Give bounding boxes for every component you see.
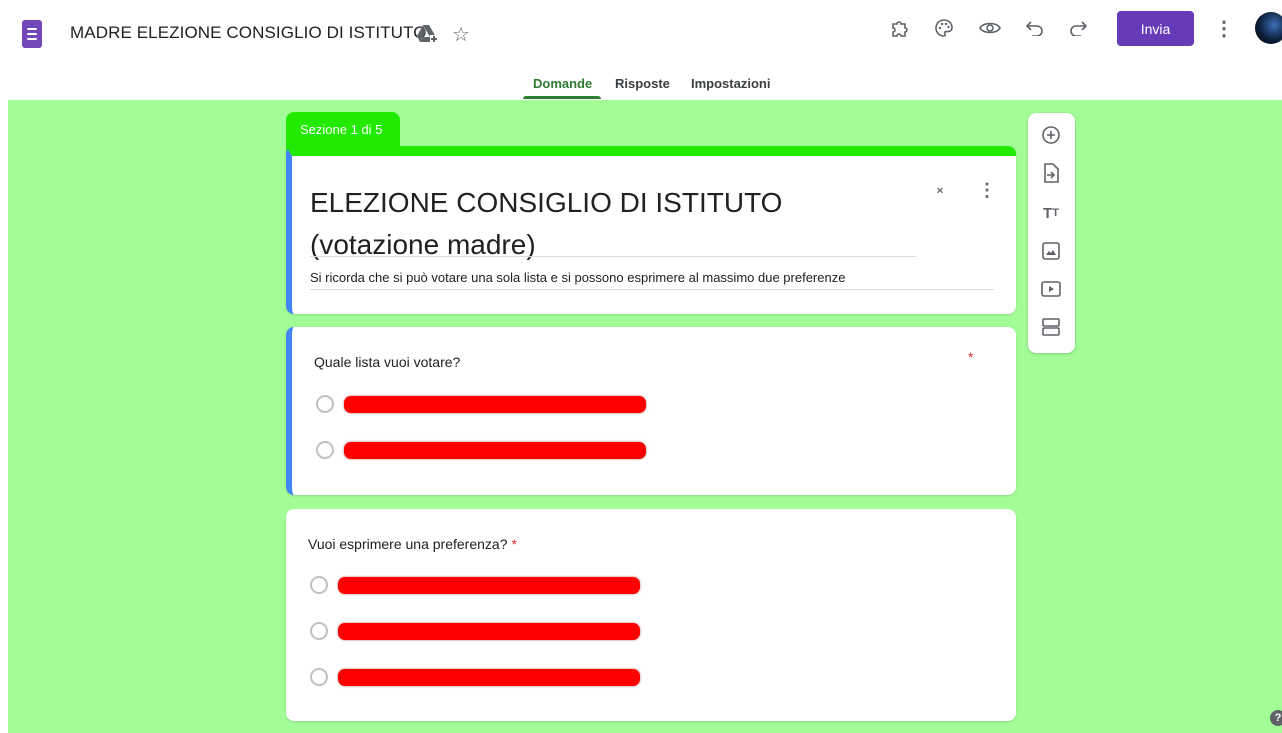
top-bar: MADRE ELEZIONE CONSIGLIO DI ISTITUTO ☆ I…: [0, 0, 1282, 66]
form-title[interactable]: ELEZIONE CONSIGLIO DI ISTITUTO (votazion…: [310, 182, 910, 266]
radio-option[interactable]: [310, 621, 650, 641]
title-divider: [310, 256, 916, 257]
radio-button[interactable]: [316, 395, 334, 413]
question-card[interactable]: Vuoi esprimere una preferenza? *: [286, 509, 1016, 721]
tab-risposte[interactable]: Risposte: [615, 76, 670, 91]
side-toolbar: TT: [1028, 113, 1075, 353]
move-to-drive-icon[interactable]: [416, 24, 438, 49]
radio-button[interactable]: [310, 576, 328, 594]
collapse-section-icon[interactable]: ⌄ ⌃: [932, 179, 948, 202]
redacted-option-label: [338, 669, 640, 686]
radio-button[interactable]: [316, 441, 334, 459]
question-text[interactable]: Vuoi esprimere una preferenza? *: [308, 536, 517, 552]
document-title[interactable]: MADRE ELEZIONE CONSIGLIO DI ISTITUTO: [70, 23, 427, 43]
required-asterisk: *: [968, 349, 974, 365]
description-divider: [310, 289, 994, 290]
radio-button[interactable]: [310, 668, 328, 686]
radio-option[interactable]: [310, 575, 650, 595]
question-text-label: Vuoi esprimere una preferenza?: [308, 536, 508, 552]
undo-icon[interactable]: [1023, 16, 1047, 40]
question-card[interactable]: Quale lista vuoi votare? *: [286, 327, 1016, 495]
radio-button[interactable]: [310, 622, 328, 640]
radio-option[interactable]: [316, 440, 656, 460]
tab-domande[interactable]: Domande: [533, 76, 592, 91]
redo-icon[interactable]: [1066, 16, 1090, 40]
add-title-icon[interactable]: TT: [1039, 201, 1063, 225]
preview-eye-icon[interactable]: [978, 16, 1002, 40]
add-video-icon[interactable]: [1039, 277, 1063, 301]
required-asterisk: *: [511, 536, 517, 552]
redacted-option-label: [338, 577, 640, 594]
form-tabs: Domande Risposte Impostazioni: [0, 66, 1282, 100]
help-icon[interactable]: ?: [1270, 710, 1282, 726]
form-title-card[interactable]: ELEZIONE CONSIGLIO DI ISTITUTO (votazion…: [286, 146, 1016, 314]
tab-impostazioni[interactable]: Impostazioni: [691, 76, 770, 91]
redacted-option-label: [344, 396, 646, 413]
star-icon[interactable]: ☆: [452, 22, 470, 47]
question-text[interactable]: Quale lista vuoi votare?: [314, 354, 460, 370]
active-tab-indicator: [523, 96, 601, 99]
addon-puzzle-icon[interactable]: [888, 16, 912, 40]
redacted-option-label: [338, 623, 640, 640]
section-more-icon[interactable]: ⋮: [978, 180, 996, 201]
more-vert-icon[interactable]: ⋮: [1212, 14, 1236, 44]
send-button[interactable]: Invia: [1117, 11, 1194, 46]
add-question-icon[interactable]: [1039, 123, 1063, 147]
import-questions-icon[interactable]: [1039, 161, 1063, 185]
radio-option[interactable]: [316, 394, 656, 414]
form-description[interactable]: Si ricorda che si può votare una sola li…: [310, 270, 845, 285]
add-section-icon[interactable]: [1039, 315, 1063, 339]
avatar[interactable]: [1255, 12, 1282, 44]
add-image-icon[interactable]: [1039, 239, 1063, 263]
palette-icon[interactable]: [932, 16, 956, 40]
radio-option[interactable]: [310, 667, 650, 687]
google-forms-icon[interactable]: [22, 20, 42, 48]
redacted-option-label: [344, 442, 646, 459]
